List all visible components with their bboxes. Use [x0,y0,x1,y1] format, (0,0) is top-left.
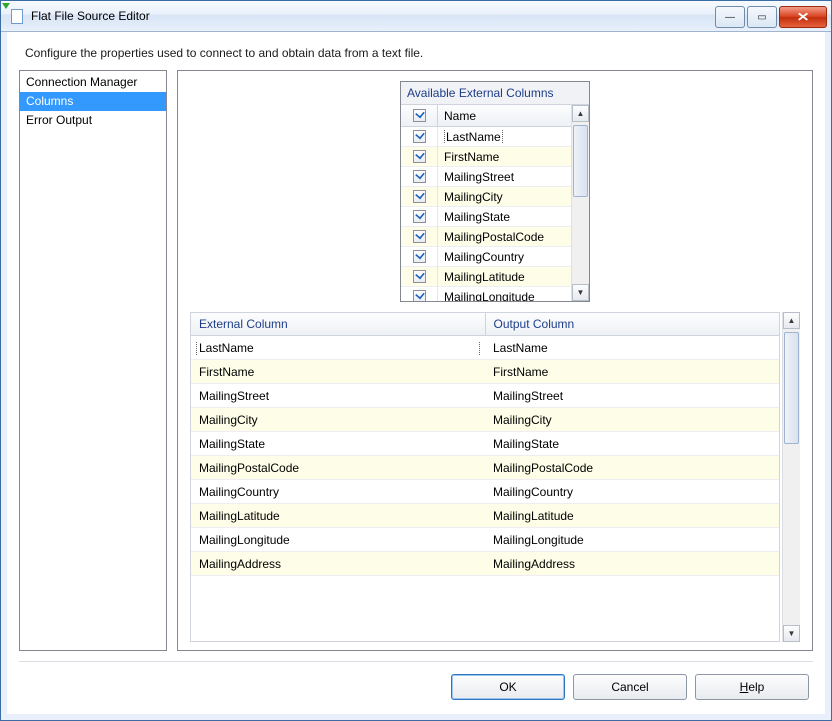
cancel-button[interactable]: Cancel [573,674,687,700]
available-column-label: LastName [438,130,571,144]
output-column-cell[interactable]: LastName [485,341,779,355]
scroll-thumb[interactable] [784,332,799,444]
grid-row[interactable]: MailingPostalCodeMailingPostalCode [191,456,779,480]
external-column-cell[interactable]: MailingLongitude [191,533,485,547]
column-checkbox[interactable] [413,250,426,263]
main-area: Connection Manager Columns Error Output … [7,70,825,651]
grid-row[interactable]: MailingLatitudeMailingLatitude [191,504,779,528]
external-column-cell[interactable]: MailingStreet [191,389,485,403]
maximize-button[interactable]: ▭ [747,6,777,28]
scroll-up-icon[interactable]: ▲ [572,105,589,122]
available-column-label: MailingState [438,210,571,224]
available-row[interactable]: MailingState [401,207,571,227]
available-columns-header[interactable]: Name [401,105,571,127]
grid-row[interactable]: MailingAddressMailingAddress [191,552,779,576]
grid-row[interactable]: MailingStreetMailingStreet [191,384,779,408]
output-column-cell[interactable]: MailingCountry [485,485,779,499]
available-row[interactable]: MailingPostalCode [401,227,571,247]
content-panel: Available External Columns Name LastName… [177,70,813,651]
button-row: OK Cancel Help [7,662,825,714]
external-column-cell[interactable]: MailingLatitude [191,509,485,523]
column-checkbox[interactable] [413,270,426,283]
grid-header-output[interactable]: Output Column [486,313,780,335]
available-row[interactable]: FirstName [401,147,571,167]
external-column-cell[interactable]: MailingPostalCode [191,461,485,475]
close-button[interactable]: ✕ [779,6,827,28]
available-column-label: MailingCountry [438,250,571,264]
ok-button[interactable]: OK [451,674,565,700]
column-checkbox[interactable] [413,210,426,223]
column-checkbox[interactable] [413,170,426,183]
available-column-label: MailingCity [438,190,571,204]
grid-row[interactable]: FirstNameFirstName [191,360,779,384]
available-row[interactable]: MailingLatitude [401,267,571,287]
mapping-grid-wrap: External Column Output Column LastNameLa… [190,312,800,642]
available-column-label: MailingPostalCode [438,230,571,244]
grid-row[interactable]: LastNameLastName [191,336,779,360]
external-column-cell[interactable]: LastName [191,341,485,355]
available-column-label: MailingLatitude [438,270,571,284]
scroll-down-icon[interactable]: ▼ [783,625,800,642]
window-buttons: — ▭ ✕ [715,6,827,26]
available-row[interactable]: LastName [401,127,571,147]
available-row[interactable]: MailingStreet [401,167,571,187]
sidebar-item-error-output[interactable]: Error Output [20,111,166,130]
column-checkbox[interactable] [413,150,426,163]
grid-row[interactable]: MailingCountryMailingCountry [191,480,779,504]
grid-scrollbar[interactable]: ▲ ▼ [782,312,800,642]
scroll-thumb[interactable] [573,125,588,197]
external-column-cell[interactable]: MailingCity [191,413,485,427]
column-checkbox[interactable] [413,230,426,243]
output-column-cell[interactable]: MailingStreet [485,389,779,403]
grid-row[interactable]: MailingCityMailingCity [191,408,779,432]
window-title: Flat File Source Editor [31,9,715,23]
instruction-text: Configure the properties used to connect… [7,32,825,70]
grid-header-external[interactable]: External Column [191,313,486,335]
available-row[interactable]: MailingCountry [401,247,571,267]
window-body: Configure the properties used to connect… [1,32,831,720]
grid-row[interactable]: MailingLongitudeMailingLongitude [191,528,779,552]
window: Flat File Source Editor — ▭ ✕ Configure … [0,0,832,721]
output-column-cell[interactable]: MailingLatitude [485,509,779,523]
available-columns-list[interactable]: Name LastName FirstName MailingStreet Maili… [401,105,571,301]
available-header-label: Name [438,109,571,123]
column-checkbox[interactable] [413,130,426,143]
grid-row[interactable]: MailingStateMailingState [191,432,779,456]
column-checkbox[interactable] [413,290,426,301]
scroll-down-icon[interactable]: ▼ [572,284,589,301]
external-column-cell[interactable]: FirstName [191,365,485,379]
sidebar: Connection Manager Columns Error Output [19,70,167,651]
output-column-cell[interactable]: MailingState [485,437,779,451]
available-columns-title: Available External Columns [401,82,589,105]
external-column-cell[interactable]: MailingCountry [191,485,485,499]
help-button[interactable]: Help [695,674,809,700]
mapping-grid[interactable]: External Column Output Column LastNameLa… [190,312,780,642]
titlebar[interactable]: Flat File Source Editor — ▭ ✕ [1,1,831,32]
scroll-up-icon[interactable]: ▲ [783,312,800,329]
available-column-label: MailingLongitude [438,290,571,302]
output-column-cell[interactable]: MailingAddress [485,557,779,571]
output-column-cell[interactable]: FirstName [485,365,779,379]
select-all-checkbox[interactable] [413,109,426,122]
help-mnemonic: H [740,680,749,694]
grid-header: External Column Output Column [191,313,779,336]
sidebar-item-columns[interactable]: Columns [20,92,166,111]
column-checkbox[interactable] [413,190,426,203]
output-column-cell[interactable]: MailingLongitude [485,533,779,547]
sidebar-item-connection-manager[interactable]: Connection Manager [20,73,166,92]
minimize-button[interactable]: — [715,6,745,28]
external-column-cell[interactable]: MailingAddress [191,557,485,571]
app-icon [9,8,25,24]
available-column-label: MailingStreet [438,170,571,184]
output-column-cell[interactable]: MailingPostalCode [485,461,779,475]
available-column-label: FirstName [438,150,571,164]
available-scrollbar[interactable]: ▲ ▼ [571,105,589,301]
output-column-cell[interactable]: MailingCity [485,413,779,427]
external-column-cell[interactable]: MailingState [191,437,485,451]
available-row[interactable]: MailingLongitude [401,287,571,301]
available-columns-box: Available External Columns Name LastName… [400,81,590,302]
available-row[interactable]: MailingCity [401,187,571,207]
